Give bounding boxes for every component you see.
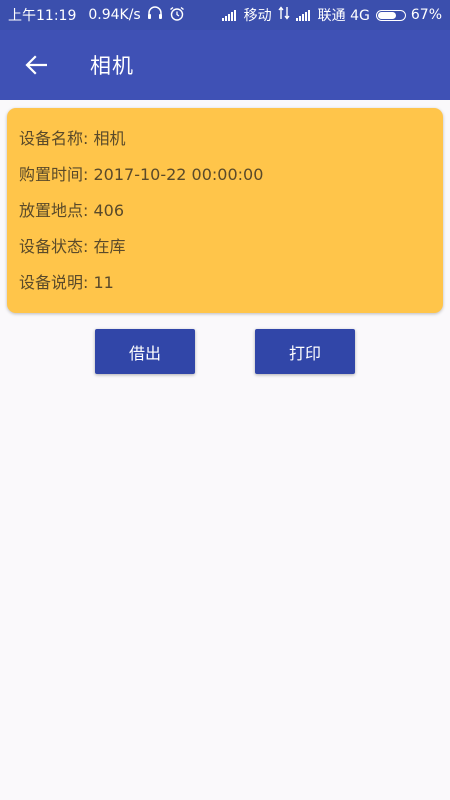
app-bar: 相机 — [0, 30, 450, 100]
status-bar: 上午11:19 0.94K/s 移动 联通 4G 67% — [0, 0, 450, 30]
status-right: 移动 联通 4G 67% — [221, 5, 442, 25]
signal-icon-2 — [295, 9, 312, 21]
battery-icon — [375, 9, 406, 21]
data-transfer-icon — [278, 6, 290, 24]
page-title: 相机 — [90, 54, 134, 78]
status-left: 上午11:19 0.94K/s — [8, 5, 191, 25]
back-button[interactable] — [16, 45, 56, 85]
print-button[interactable]: 打印 — [255, 329, 355, 374]
arrow-back-icon — [25, 55, 47, 75]
status-time: 上午11:19 — [8, 8, 77, 24]
screen: 上午11:19 0.94K/s 移动 联通 4G 67% 相机 设备名称: 相机… — [0, 0, 450, 800]
device-status-row: 设备状态: 在库 — [19, 237, 126, 256]
status-carrier1: 移动 — [243, 8, 272, 24]
device-info-card: 设备名称: 相机 购置时间: 2017-10-22 00:00:00 放置地点:… — [7, 108, 443, 313]
device-name-row: 设备名称: 相机 — [19, 129, 126, 148]
device-purchase-time-row: 购置时间: 2017-10-22 00:00:00 — [19, 165, 264, 184]
signal-icon — [221, 9, 238, 21]
device-description-row: 设备说明: 11 — [19, 273, 114, 292]
status-battery: 67% — [410, 7, 442, 23]
borrow-button[interactable]: 借出 — [95, 329, 195, 374]
device-location-row: 放置地点: 406 — [19, 201, 125, 220]
status-carrier2: 联通 4G — [317, 8, 370, 24]
status-net-speed: 0.94K/s — [88, 7, 141, 23]
alarm-icon — [169, 6, 185, 25]
headphones-icon — [147, 6, 163, 24]
